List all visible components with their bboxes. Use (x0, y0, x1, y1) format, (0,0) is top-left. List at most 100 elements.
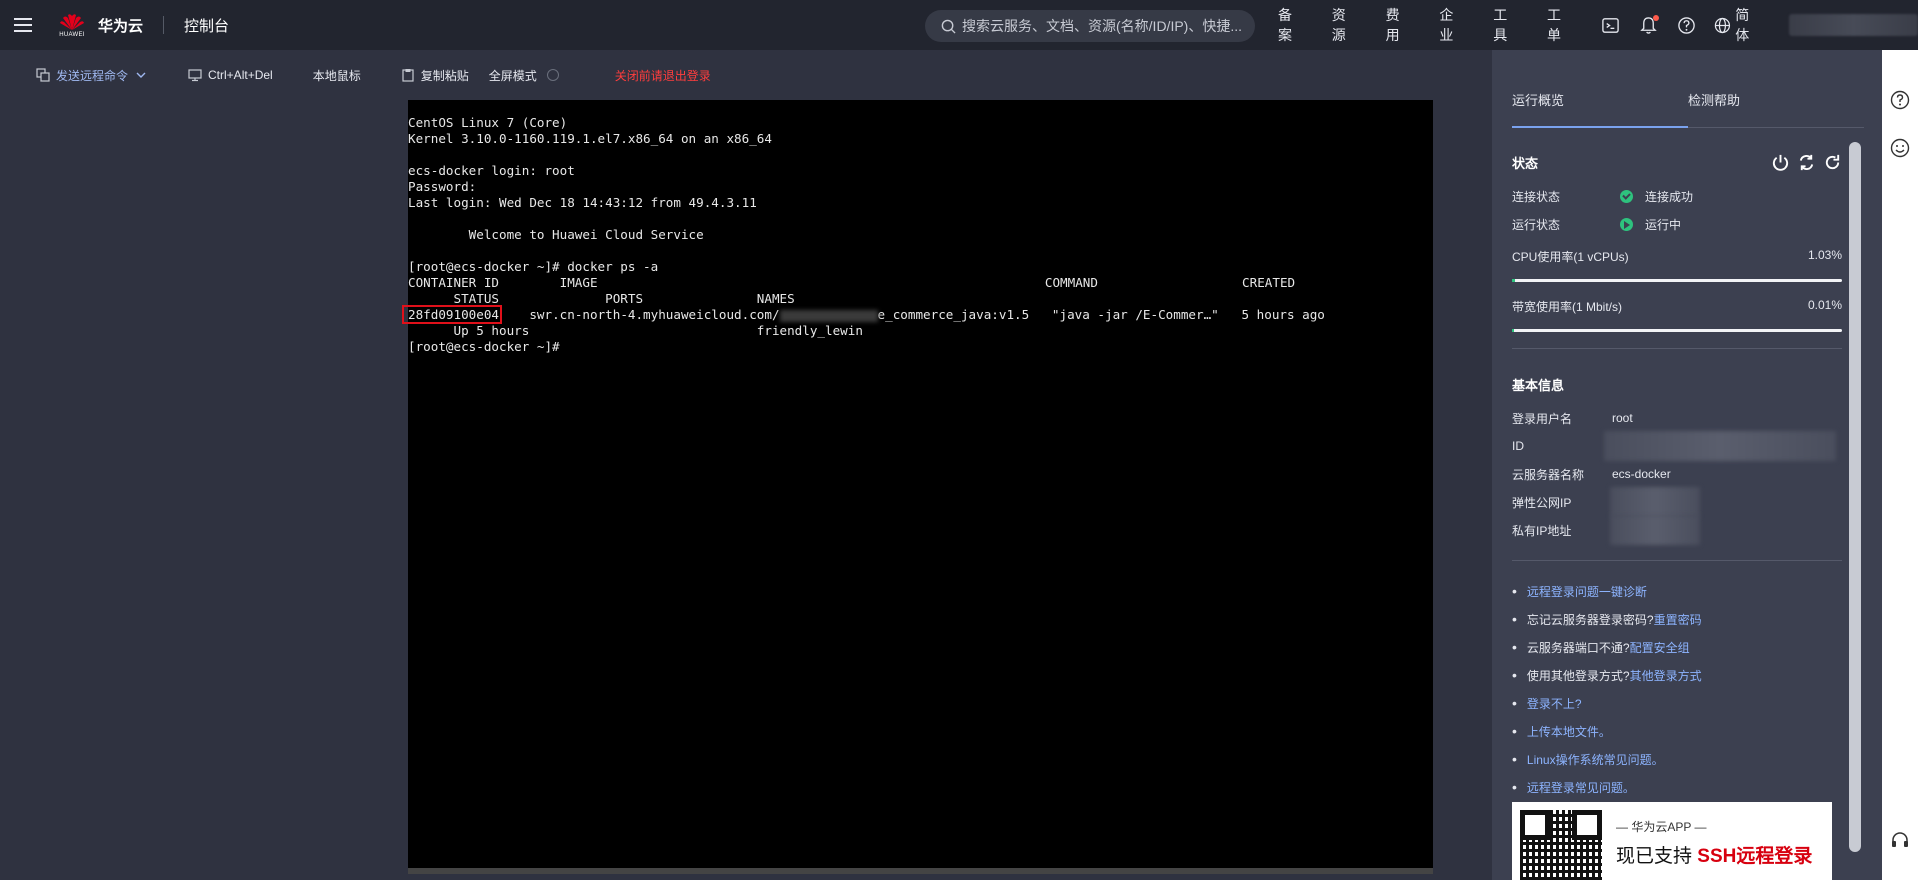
banner-headline-prefix: 现已支持 (1616, 846, 1693, 867)
port-text: 云服务器端口不通? (1526, 640, 1630, 655)
help-item-upload: 上传本地文件。 (1512, 717, 1842, 745)
cloud-shell-icon[interactable] (1601, 15, 1621, 35)
app-promo-banner[interactable]: — 华为云APP — 现已支持 SSH远程登录 (1512, 802, 1832, 880)
help-item-other-login: 使用其他登录方式?其他登录方式 (1512, 661, 1842, 689)
terminal-scrollbar[interactable] (408, 868, 1433, 874)
bandwidth-usage-bar (1512, 329, 1842, 332)
account-menu[interactable] (1789, 14, 1918, 36)
reset-password-link[interactable]: 重置密码 (1654, 611, 1702, 628)
refresh-icon[interactable] (1823, 153, 1842, 172)
console-link[interactable]: 控制台 (184, 15, 229, 36)
private-ip-label: 私有IP地址 (1512, 523, 1572, 538)
panel-body: 状态 连接状态 连接成功 运行状态 运行中 CPU使用率(1 vCPUs) 1.… (1512, 150, 1842, 801)
logo-text: HUAWEI (59, 31, 85, 38)
panel-tabs: 运行概览 检测帮助 (1512, 50, 1864, 128)
cpu-usage-fill (1512, 279, 1516, 282)
basic-info-title: 基本信息 (1512, 378, 1565, 393)
smile-feedback-icon[interactable] (1890, 138, 1910, 158)
local-mouse-button[interactable]: 本地鼠标 (313, 67, 361, 84)
ctrl-alt-del-button[interactable]: Ctrl+Alt+Del (188, 68, 273, 82)
bandwidth-usage-value: 0.01% (1807, 298, 1842, 312)
vnc-toolbar: 发送远程命令 Ctrl+Alt+Del 本地鼠标 复制粘贴 全屏模式 关闭前请退… (0, 50, 1492, 100)
server-name-value: ecs-docker (1612, 467, 1671, 481)
search-icon (941, 19, 956, 34)
ctrl-alt-del-label: Ctrl+Alt+Del (208, 68, 273, 82)
help-icon[interactable] (1677, 15, 1697, 35)
side-panel: 运行概览 检测帮助 状态 连接状态 连接成功 运行状态 运行中 CPU使用率(1… (1492, 50, 1882, 880)
top-nav: HUAWEI 华为云 控制台 备案 资源 费用 企业 工具 工单 简体 (0, 0, 1918, 50)
private-ip-row: 私有IP地址 (1512, 515, 1842, 545)
nav-link-filing[interactable]: 备案 (1278, 5, 1306, 45)
check-circle-icon (1620, 189, 1633, 203)
power-icon[interactable] (1771, 153, 1790, 172)
nav-links: 备案 资源 费用 企业 工具 工单 简体 (1278, 0, 1918, 50)
container-id-highlight: 28fd09100e04 (408, 307, 499, 322)
nav-link-tickets[interactable]: 工单 (1547, 5, 1575, 45)
fullscreen-button[interactable]: 全屏模式 (489, 67, 559, 84)
id-label: ID (1512, 439, 1524, 453)
copy-paste-button[interactable]: 复制粘贴 (401, 67, 469, 84)
logout-warning: 关闭前请退出登录 (615, 67, 711, 84)
notification-dot (1652, 15, 1659, 21)
bell-icon[interactable] (1639, 15, 1659, 35)
server-name-row: 云服务器名称 ecs-docker (1512, 460, 1842, 488)
banner-headline: 现已支持 SSH远程登录 (1616, 841, 1812, 868)
status-header: 状态 (1512, 150, 1842, 174)
send-command-button[interactable]: 发送远程命令 (36, 67, 148, 84)
menu-icon[interactable] (0, 0, 46, 50)
upload-file-link[interactable]: 上传本地文件。 (1527, 723, 1611, 740)
tab-diagnose-help[interactable]: 检测帮助 (1688, 50, 1864, 127)
panel-scrollbar[interactable] (1849, 142, 1861, 852)
language-switch[interactable]: 简体 (1714, 5, 1763, 45)
nav-link-resources[interactable]: 资源 (1332, 5, 1360, 45)
info-icon[interactable] (546, 69, 559, 81)
huawei-logo: HUAWEI (56, 9, 88, 41)
remote-faq-link[interactable]: 远程登录常见问题。 (1527, 779, 1635, 796)
eip-label: 弹性公网IP (1512, 495, 1572, 510)
help-list: 远程登录问题一键诊断 忘记云服务器登录密码?重置密码 云服务器端口不通?配置安全… (1512, 577, 1842, 801)
section-divider (1512, 348, 1842, 349)
sync-icon[interactable] (1797, 153, 1816, 172)
global-search[interactable] (925, 10, 1255, 42)
connection-status-value: 连接成功 (1645, 189, 1694, 204)
id-value-redacted (1604, 431, 1836, 461)
id-row: ID (1512, 431, 1842, 461)
forgot-password-text: 忘记云服务器登录密码? (1526, 612, 1654, 627)
section-divider (1512, 560, 1842, 561)
nav-divider (163, 16, 165, 34)
language-label: 简体 (1735, 7, 1750, 43)
login-user-label: 登录用户名 (1512, 411, 1573, 426)
eip-value-redacted (1610, 487, 1700, 517)
tab-overview[interactable]: 运行概览 (1512, 50, 1688, 128)
other-login-link[interactable]: 其他登录方式 (1630, 667, 1702, 684)
terminal-lines-after: Up 5 hours friendly_lewin [root@ecs-dock… (408, 323, 863, 354)
connection-status-label: 连接状态 (1512, 189, 1561, 204)
diagnose-link[interactable]: 远程登录问题一键诊断 (1527, 583, 1647, 600)
status-title: 状态 (1512, 155, 1539, 171)
search-input[interactable] (962, 18, 1252, 34)
monitor-icon (188, 69, 202, 82)
linux-faq-link[interactable]: Linux操作系统常见问题。 (1527, 751, 1664, 768)
terminal-row-rest: e_commerce_java:v1.5 "java -jar /E-Comme… (877, 307, 1325, 322)
headset-support-icon[interactable] (1890, 830, 1910, 850)
brand[interactable]: HUAWEI 华为云 (56, 9, 143, 41)
nav-link-tools[interactable]: 工具 (1493, 5, 1521, 45)
help-circle-icon[interactable] (1890, 90, 1910, 110)
nav-link-billing[interactable]: 费用 (1386, 5, 1414, 45)
help-item-cant-login: 登录不上? (1512, 689, 1842, 717)
help-item-remote-faq: 远程登录常见问题。 (1512, 773, 1842, 801)
terminal-screen[interactable]: CentOS Linux 7 (Core) Kernel 3.10.0-1160… (408, 100, 1433, 868)
fullscreen-label: 全屏模式 (488, 68, 537, 83)
terminal-output: CentOS Linux 7 (Core) Kernel 3.10.0-1160… (408, 100, 1433, 355)
cpu-usage-bar (1512, 279, 1842, 282)
security-group-link[interactable]: 配置安全组 (1630, 639, 1690, 656)
run-status-label: 运行状态 (1512, 217, 1561, 232)
nav-link-enterprise[interactable]: 企业 (1439, 5, 1467, 45)
login-user-value: root (1612, 411, 1633, 425)
local-mouse-label: 本地鼠标 (312, 68, 361, 83)
cant-login-link[interactable]: 登录不上? (1527, 695, 1582, 712)
eip-row: 弹性公网IP (1512, 487, 1842, 517)
banner-subtitle: — 华为云APP — (1616, 820, 1707, 834)
redacted-namespace (779, 309, 878, 322)
bandwidth-usage-label: 带宽使用率(1 Mbit/s) (1512, 300, 1623, 314)
